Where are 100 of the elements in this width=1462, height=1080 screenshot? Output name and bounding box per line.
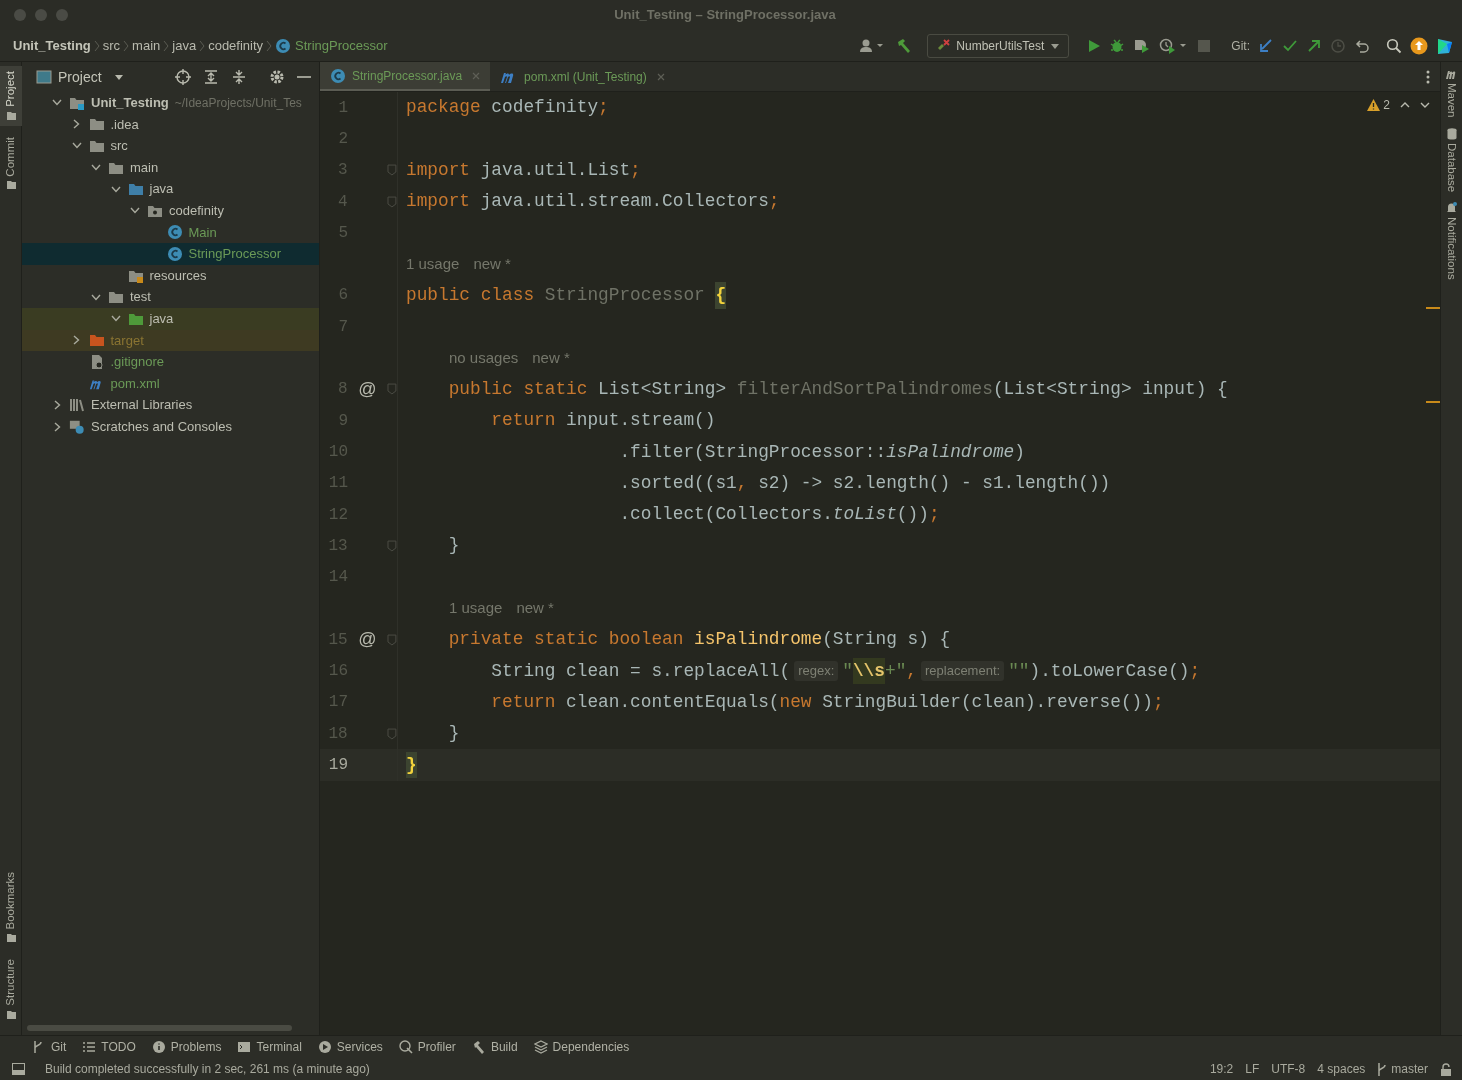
product-logo-icon[interactable] xyxy=(1436,36,1454,55)
breadcrumb[interactable]: src xyxy=(102,35,121,56)
next-icon[interactable] xyxy=(1420,101,1430,109)
tree-item[interactable]: Main xyxy=(22,221,319,244)
tree-item[interactable]: Unit_Testing ~/IdeaProjects/Unit_Tes xyxy=(22,92,319,114)
usage-hint[interactable]: new * xyxy=(473,252,511,276)
window-title: Unit_Testing – StringProcessor.java xyxy=(614,6,836,25)
tool-window-tab[interactable]: Problems xyxy=(151,1038,222,1056)
tree-item[interactable]: External Libraries xyxy=(22,394,319,416)
database-icon xyxy=(1446,127,1457,140)
lock-icon[interactable] xyxy=(1440,1062,1452,1076)
caret-position[interactable]: 19:2 xyxy=(1209,1060,1234,1078)
debug-icon[interactable] xyxy=(1109,37,1126,54)
expanded-chevron-icon[interactable] xyxy=(52,99,62,107)
update-project-icon[interactable] xyxy=(1258,37,1274,54)
run-configuration-dropdown[interactable]: NumberUtilsTest xyxy=(927,33,1070,58)
tool-window-tab[interactable]: Database xyxy=(1442,127,1461,192)
tree-item[interactable]: resources xyxy=(22,264,319,287)
services-icon xyxy=(317,1040,332,1054)
breadcrumb[interactable]: main xyxy=(132,35,161,56)
panel-toggle-icon[interactable] xyxy=(12,1063,25,1075)
usage-hint[interactable]: 1 usage xyxy=(449,597,503,620)
tree-item[interactable]: src xyxy=(22,135,319,157)
tree-item[interactable]: test xyxy=(22,286,319,308)
tree-item[interactable]: Scratches and Consoles xyxy=(22,415,319,438)
usage-hint[interactable]: no usages xyxy=(449,346,519,370)
scratches-icon xyxy=(69,418,85,435)
warning-count[interactable]: 2 xyxy=(1367,96,1390,114)
warning-marker[interactable] xyxy=(1426,401,1440,403)
expanded-chevron-icon[interactable] xyxy=(110,185,121,193)
code-line: } xyxy=(447,722,460,746)
tool-window-tab[interactable]: Terminal xyxy=(237,1038,302,1056)
collapsed-chevron-icon[interactable] xyxy=(53,421,61,432)
breadcrumb[interactable]: java xyxy=(172,35,197,56)
hide-icon[interactable] xyxy=(297,75,311,79)
scroll-bar[interactable] xyxy=(27,1025,292,1031)
line-separator[interactable]: LF xyxy=(1245,1060,1260,1078)
indent-setting[interactable]: 4 spaces xyxy=(1317,1060,1366,1078)
code-line: public class StringProcessor { xyxy=(398,282,727,309)
code-line: private static boolean isPalindrome(String s) { xyxy=(447,628,951,652)
code-line: .filter(StringProcessor::isPalindrome) xyxy=(618,440,1025,464)
editor-tab[interactable]: StringProcessor.java xyxy=(320,62,491,91)
tree-item[interactable]: .idea xyxy=(22,113,319,136)
tool-window-tab[interactable]: Build xyxy=(471,1038,518,1056)
tool-window-tab[interactable]: Maven xyxy=(1442,70,1461,118)
more-icon[interactable] xyxy=(1426,69,1430,84)
tool-window-tab[interactable]: Dependencies xyxy=(533,1038,630,1056)
tree-item[interactable]: java xyxy=(22,178,319,200)
collapse-all-icon[interactable] xyxy=(231,69,247,85)
tree-item[interactable]: java xyxy=(22,307,319,330)
folder-icon xyxy=(108,290,124,305)
tree-item[interactable]: .gitignore xyxy=(22,351,319,373)
tool-window-tab[interactable]: Profiler xyxy=(398,1038,456,1056)
expanded-chevron-icon[interactable] xyxy=(110,315,121,323)
rollback-icon[interactable] xyxy=(1354,37,1370,54)
warning-marker[interactable] xyxy=(1426,307,1440,309)
tool-window-tab[interactable]: Commit xyxy=(0,131,22,196)
tool-window-tab[interactable]: Services xyxy=(317,1038,383,1056)
tree-item[interactable]: StringProcessor xyxy=(22,243,319,265)
usage-hint[interactable]: new * xyxy=(516,597,554,620)
tree-item[interactable]: codefinity xyxy=(22,199,319,222)
expanded-chevron-icon[interactable] xyxy=(91,164,101,172)
project-view-dropdown[interactable]: Project xyxy=(58,66,124,88)
tree-item[interactable]: pom.xml xyxy=(22,372,319,395)
override-marker[interactable]: @ xyxy=(347,626,388,654)
run-icon[interactable] xyxy=(1087,38,1102,53)
expanded-chevron-icon[interactable] xyxy=(71,142,82,150)
update-icon[interactable] xyxy=(1410,36,1428,55)
breadcrumb[interactable]: Unit_Testing xyxy=(13,35,91,56)
class-icon xyxy=(275,37,292,54)
tool-window-tab[interactable]: Git xyxy=(32,1038,67,1056)
tool-window-tab[interactable]: Project xyxy=(0,66,22,126)
code-line: import java.util.List; xyxy=(405,158,641,182)
settings-icon[interactable] xyxy=(269,69,285,85)
branch-widget[interactable]: master xyxy=(1377,1060,1428,1078)
editor-tab[interactable]: pom.xml (Unit_Testing) xyxy=(490,62,675,91)
collapsed-chevron-icon[interactable] xyxy=(53,400,61,411)
locate-icon[interactable] xyxy=(175,69,191,85)
status-message[interactable]: Build completed successfully in 2 sec, 261 ms (a minute ago) xyxy=(45,1060,370,1078)
previous-icon[interactable] xyxy=(1400,101,1410,109)
tool-window-tab[interactable]: TODO xyxy=(82,1038,136,1056)
expanded-chevron-icon[interactable] xyxy=(130,207,140,215)
usage-hint[interactable]: new * xyxy=(532,346,570,370)
folder-icon xyxy=(108,160,124,175)
libraries-icon xyxy=(69,398,85,413)
search-icon[interactable] xyxy=(1386,37,1402,54)
tool-window-tab[interactable]: Structure xyxy=(0,954,22,1025)
expand-all-icon[interactable] xyxy=(203,69,219,85)
usage-hint[interactable]: 1 usage xyxy=(406,252,460,276)
expanded-chevron-icon[interactable] xyxy=(91,293,101,301)
breadcrumb[interactable]: StringProcessor xyxy=(275,35,388,56)
breadcrumb[interactable]: codefinity xyxy=(208,35,264,56)
tool-window-tab[interactable]: Notifications xyxy=(1442,201,1461,280)
collapsed-chevron-icon[interactable] xyxy=(73,119,80,130)
tool-window-tab[interactable]: Bookmarks xyxy=(0,866,22,949)
push-icon[interactable] xyxy=(1306,37,1322,54)
file-encoding[interactable]: UTF-8 xyxy=(1271,1060,1306,1078)
tree-item[interactable]: main xyxy=(22,156,319,179)
collapsed-chevron-icon[interactable] xyxy=(73,335,80,346)
override-marker[interactable]: @ xyxy=(347,375,388,403)
